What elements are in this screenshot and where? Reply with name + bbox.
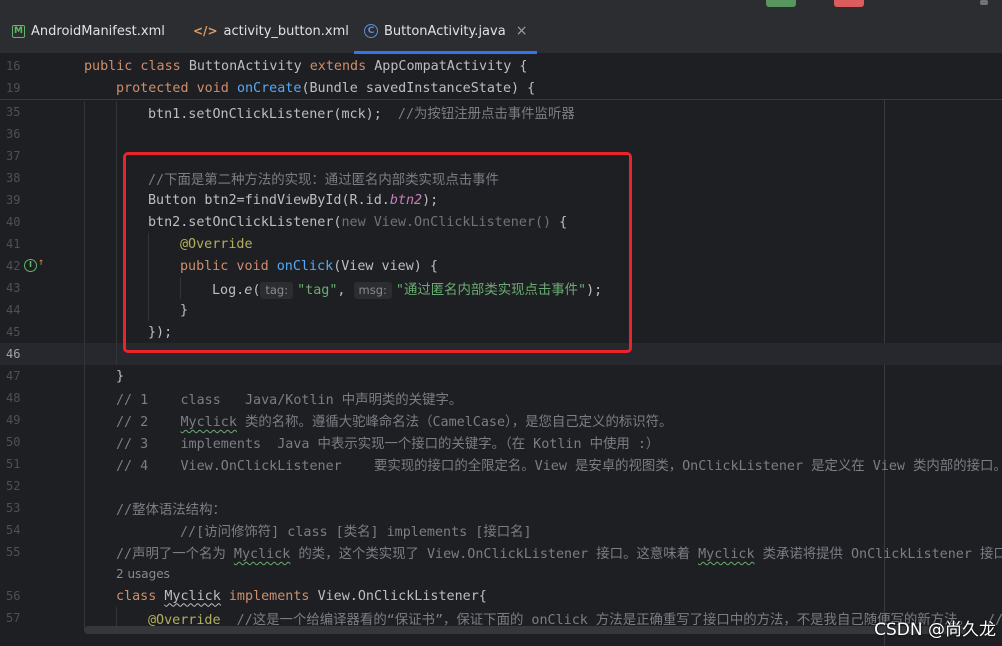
tab-android-manifest[interactable]: M AndroidManifest.xml (12, 8, 165, 54)
line-number: 43 (6, 281, 21, 295)
tab-activity-button-xml[interactable]: </> activity_button.xml (193, 8, 349, 54)
line-number: 57 (6, 611, 21, 625)
code-text: // 4 View.OnClickListener 要实现的接口的全限定名。Vi… (116, 459, 1002, 474)
line-number: 49 (6, 413, 21, 427)
code-line: 49 // 2 Myclick 类的名称。遵循大驼峰命名法（CamelCase）… (0, 409, 1002, 431)
code-line: 53 //整体语法结构： (0, 497, 1002, 519)
code-line: 48 // 1 class Java/Kotlin 中声明类的关键字。 (0, 387, 1002, 409)
code-text: class Myclick implements View.OnClickLis… (116, 588, 487, 604)
code-text: protected void onCreate(Bundle savedInst… (116, 80, 536, 96)
run-button[interactable] (766, 0, 796, 7)
line-number: 44 (6, 303, 21, 317)
code-line: 50 // 3 implements Java 中表示实现一个接口的关键字。（在… (0, 431, 1002, 453)
code-text: public class ButtonActivity extends AppC… (84, 58, 528, 74)
line-number: 16 (6, 59, 21, 73)
tab-button-activity-java[interactable]: C ButtonActivity.java × (354, 8, 538, 54)
code-text: // 3 implements Java 中表示实现一个接口的关键字。（在 Ko… (116, 437, 660, 452)
line-number: 56 (6, 589, 21, 603)
line-number: 51 (6, 457, 21, 471)
line-number: 40 (6, 215, 21, 229)
code-line: 54 //[访问修饰符] class [类名] implements [接口名] (0, 519, 1002, 541)
usages-hint[interactable]: 2 usages (116, 567, 170, 581)
code-line: 55 //声明了一个名为 Myclick 的类，这个类实现了 View.OnCl… (0, 541, 1002, 563)
horizontal-scrollbar[interactable] (84, 626, 966, 634)
manifest-file-icon: M (12, 24, 25, 38)
code-text: // 1 class Java/Kotlin 中声明类的关键字。 (116, 393, 463, 408)
window-top-strip (0, 0, 1002, 8)
highlight-annotation-box (123, 152, 632, 353)
watermark: CSDN @尚久龙 (874, 620, 996, 640)
code-editor[interactable]: 16 public class ButtonActivity extends A… (0, 55, 1002, 646)
line-number: 45 (6, 325, 21, 339)
code-text: btn1.setOnClickListener(mck); //为按钮注册点击事… (148, 107, 575, 122)
line-number: 52 (6, 479, 21, 493)
code-text: //[访问修饰符] class [类名] implements [接口名] (180, 525, 532, 540)
code-text: // 2 Myclick 类的名称。遵循大驼峰命名法（CamelCase），是您… (116, 415, 673, 430)
tab-label: AndroidManifest.xml (31, 23, 165, 39)
line-number: 47 (6, 369, 21, 383)
code-text: //整体语法结构： (116, 503, 226, 518)
line-number: 19 (6, 81, 21, 95)
xml-file-icon: </> (193, 24, 218, 38)
code-line: 16 public class ButtonActivity extends A… (0, 55, 1002, 77)
tab-label: activity_button.xml (223, 23, 349, 39)
line-number: 37 (6, 149, 21, 163)
code-line: 51 // 4 View.OnClickListener 要实现的接口的全限定名… (0, 453, 1002, 475)
code-line: 47 } (0, 365, 1002, 387)
line-number: 46 (6, 347, 21, 361)
line-number: 36 (6, 127, 21, 141)
line-number: 54 (6, 523, 21, 537)
code-line: 19 protected void onCreate(Bundle savedI… (0, 77, 1002, 99)
line-number: 35 (6, 105, 21, 119)
code-vision-usages[interactable]: 2 usages (0, 563, 1002, 585)
code-line: 52 (0, 475, 1002, 497)
line-number: 38 (6, 171, 21, 185)
line-number: 48 (6, 391, 21, 405)
java-class-icon: C (364, 24, 378, 38)
code-text: } (116, 368, 125, 384)
go-to-super-method-icon[interactable]: ↑ (38, 257, 44, 268)
line-number: 41 (6, 237, 21, 251)
line-number: 50 (6, 435, 21, 449)
tab-label: ButtonActivity.java (384, 23, 506, 39)
code-text: //声明了一个名为 Myclick 的类，这个类实现了 View.OnClick… (116, 547, 1002, 562)
line-number: 53 (6, 501, 21, 515)
code-line: 36 (0, 123, 1002, 145)
implements-method-icon[interactable]: I (24, 259, 37, 272)
editor-tab-bar: M AndroidManifest.xml </> activity_butto… (0, 8, 1002, 54)
more-icon[interactable] (980, 0, 988, 5)
code-line: 56 class Myclick implements View.OnClick… (0, 585, 1002, 607)
stop-button[interactable] (834, 0, 864, 7)
line-number: 39 (6, 193, 21, 207)
close-tab-icon[interactable]: × (516, 23, 528, 39)
code-line: 35 btn1.setOnClickListener(mck); //为按钮注册… (0, 101, 1002, 123)
line-number: 55 (6, 545, 21, 559)
sticky-scroll-header: 16 public class ButtonActivity extends A… (0, 55, 1002, 100)
